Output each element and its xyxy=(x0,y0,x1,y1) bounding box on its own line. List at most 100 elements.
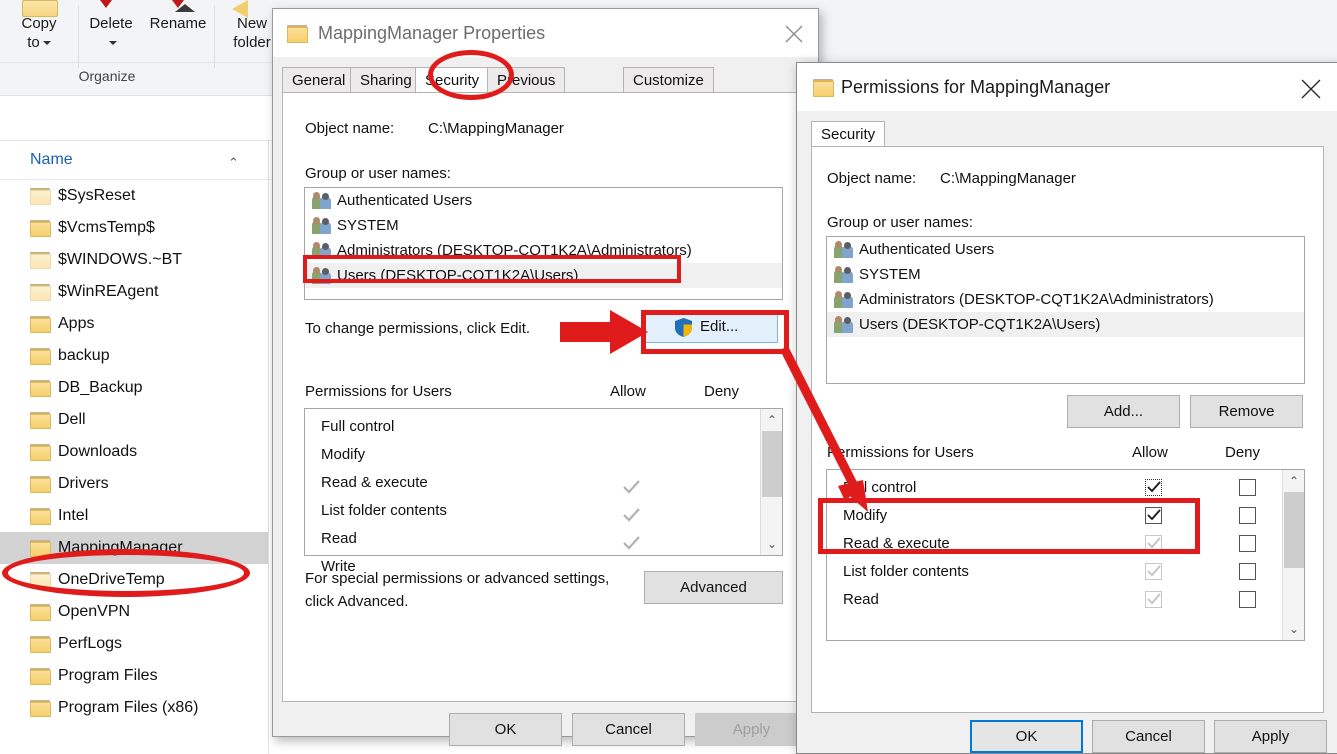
explorer-file-list[interactable]: $SysReset $VcmsTemp$ $WINDOWS.~BT $WinREAge… xyxy=(0,180,268,754)
folder-icon xyxy=(30,476,51,493)
properties-body: General Sharing Security Previous Versio… xyxy=(273,57,818,746)
list-item[interactable]: Intel xyxy=(0,500,268,532)
folder-icon xyxy=(287,25,308,43)
list-item-label: $WinREAgent xyxy=(58,283,159,300)
list-item[interactable]: Apps xyxy=(0,308,268,340)
list-item[interactable]: $VcmsTemp$ xyxy=(0,212,268,244)
permissions-body: Security Object name: C:\MappingManager … xyxy=(797,111,1337,753)
permissions-for-mappingmanager-dialog: Permissions for MappingManager Security … xyxy=(796,62,1337,754)
allow-checkbox[interactable] xyxy=(1145,591,1162,608)
tab-security[interactable]: Security xyxy=(811,121,886,147)
permissions-apply-button[interactable]: Apply xyxy=(1214,720,1327,753)
tab-sharing[interactable]: Sharing xyxy=(350,67,422,93)
folder-icon xyxy=(30,380,51,397)
group-or-user-names-list[interactable]: Authenticated Users SYSTEM Administrators … xyxy=(826,236,1305,384)
list-item[interactable]: Authenticated Users xyxy=(827,237,1304,262)
list-item[interactable]: PerfLogs xyxy=(0,628,268,660)
add-button[interactable]: Add... xyxy=(1067,395,1180,428)
list-item[interactable]: $WinREAgent xyxy=(0,276,268,308)
permissions-ok-button[interactable]: OK xyxy=(970,720,1083,753)
folder-icon xyxy=(30,348,51,365)
scrollbar-thumb[interactable] xyxy=(1284,492,1304,568)
folder-icon xyxy=(30,316,51,333)
allow-checkbox[interactable] xyxy=(1145,479,1162,496)
scrollbar-thumb[interactable] xyxy=(762,431,782,497)
list-item[interactable]: DB_Backup xyxy=(0,372,268,404)
deny-checkbox[interactable] xyxy=(1239,591,1256,608)
permissions-cancel-button[interactable]: Cancel xyxy=(1092,720,1205,753)
tab-general[interactable]: General xyxy=(282,67,356,93)
group-or-user-names-label: Group or user names: xyxy=(305,165,451,182)
users-group-icon xyxy=(834,291,853,308)
list-item[interactable]: Program Files xyxy=(0,660,268,692)
chevron-down-icon[interactable] xyxy=(108,41,117,46)
permissions-security-tab-page: Object name: C:\MappingManager Group or … xyxy=(811,146,1324,713)
list-item[interactable]: Users (DESKTOP-CQT1K2A\Users) xyxy=(827,312,1304,337)
scroll-down-button[interactable]: ⌄ xyxy=(1283,618,1305,640)
group-or-user-names-list[interactable]: Authenticated Users SYSTEM Administrators … xyxy=(304,187,783,300)
list-item[interactable]: backup xyxy=(0,340,268,372)
group-or-user-names-label: Group or user names: xyxy=(827,214,973,231)
properties-cancel-button[interactable]: Cancel xyxy=(572,713,685,746)
table-row[interactable]: List folder contents xyxy=(827,558,1279,586)
permissions-title-text: Permissions for MappingManager xyxy=(841,77,1111,97)
list-item[interactable]: Program Files (x86) xyxy=(0,692,268,724)
list-item[interactable]: Drivers xyxy=(0,468,268,500)
scroll-up-button[interactable]: ⌃ xyxy=(761,409,783,431)
list-item-label: Drivers xyxy=(58,475,109,492)
deny-checkbox[interactable] xyxy=(1239,507,1256,524)
table-row[interactable]: Read xyxy=(827,586,1279,614)
remove-button[interactable]: Remove xyxy=(1190,395,1303,428)
chevron-up-icon xyxy=(175,4,195,12)
table-row: Read & execute xyxy=(305,469,757,497)
list-item-label: OpenVPN xyxy=(58,603,131,620)
allow-check-icon xyxy=(623,476,640,494)
list-item[interactable]: OpenVPN xyxy=(0,596,268,628)
permissions-list[interactable]: Full control Modify Read & execute List fol… xyxy=(826,469,1305,641)
deny-checkbox[interactable] xyxy=(1239,535,1256,552)
list-item-label: Authenticated Users xyxy=(859,241,995,258)
permissions-list-scrollbar[interactable]: ⌃ ⌄ xyxy=(1282,470,1304,640)
permissions-list-scrollbar[interactable]: ⌃ ⌄ xyxy=(760,409,782,555)
ribbon-copy-to-label-1: Copy xyxy=(21,15,57,32)
list-item[interactable]: $SysReset xyxy=(0,180,268,212)
security-tab-page: Object name: C:\MappingManager Group or … xyxy=(282,92,809,702)
deny-column-header: Deny xyxy=(1225,444,1261,461)
list-item[interactable]: SYSTEM xyxy=(827,262,1304,287)
ribbon-new-folder-label-1: New xyxy=(236,15,267,32)
scroll-down-button[interactable]: ⌄ xyxy=(761,533,783,555)
object-name-label: Object name: xyxy=(827,170,917,187)
advanced-button[interactable]: Advanced xyxy=(644,571,783,604)
list-item[interactable]: Authenticated Users xyxy=(305,188,782,213)
list-item[interactable]: Dell xyxy=(0,404,268,436)
list-item[interactable]: Administrators (DESKTOP-CQT1K2A\Administ… xyxy=(827,287,1304,312)
permissions-list[interactable]: Full control Modify Read & execute List fol… xyxy=(304,408,783,575)
table-row: Read xyxy=(305,525,757,553)
close-icon[interactable] xyxy=(772,9,818,57)
allow-checkbox[interactable] xyxy=(1145,563,1162,580)
list-item-label: $WINDOWS.~BT xyxy=(58,251,183,268)
permission-label: Modify xyxy=(321,446,366,463)
properties-ok-button[interactable]: OK xyxy=(449,713,562,746)
list-item-label: Apps xyxy=(58,315,95,332)
chevron-down-icon[interactable] xyxy=(42,41,51,46)
users-group-icon xyxy=(834,241,853,258)
deny-checkbox[interactable] xyxy=(1239,563,1256,580)
tab-customize[interactable]: Customize xyxy=(623,67,714,93)
allow-column-header: Allow xyxy=(1132,444,1168,461)
permission-label: Read xyxy=(321,530,357,547)
deny-checkbox[interactable] xyxy=(1239,479,1256,496)
column-header-name[interactable]: Name xyxy=(30,151,73,169)
table-row: List folder contents xyxy=(305,497,757,525)
users-group-icon xyxy=(834,266,853,283)
list-item[interactable]: SYSTEM xyxy=(305,213,782,238)
folder-icon xyxy=(30,700,51,717)
folder-icon xyxy=(30,508,51,525)
list-item[interactable]: Downloads xyxy=(0,436,268,468)
close-icon[interactable] xyxy=(1288,63,1334,111)
scroll-up-button[interactable]: ⌃ xyxy=(1283,470,1305,492)
allow-column-header: Allow xyxy=(610,383,646,400)
explorer-pane-divider xyxy=(268,141,269,754)
permission-label: Full control xyxy=(321,418,395,435)
list-item[interactable]: $WINDOWS.~BT xyxy=(0,244,268,276)
